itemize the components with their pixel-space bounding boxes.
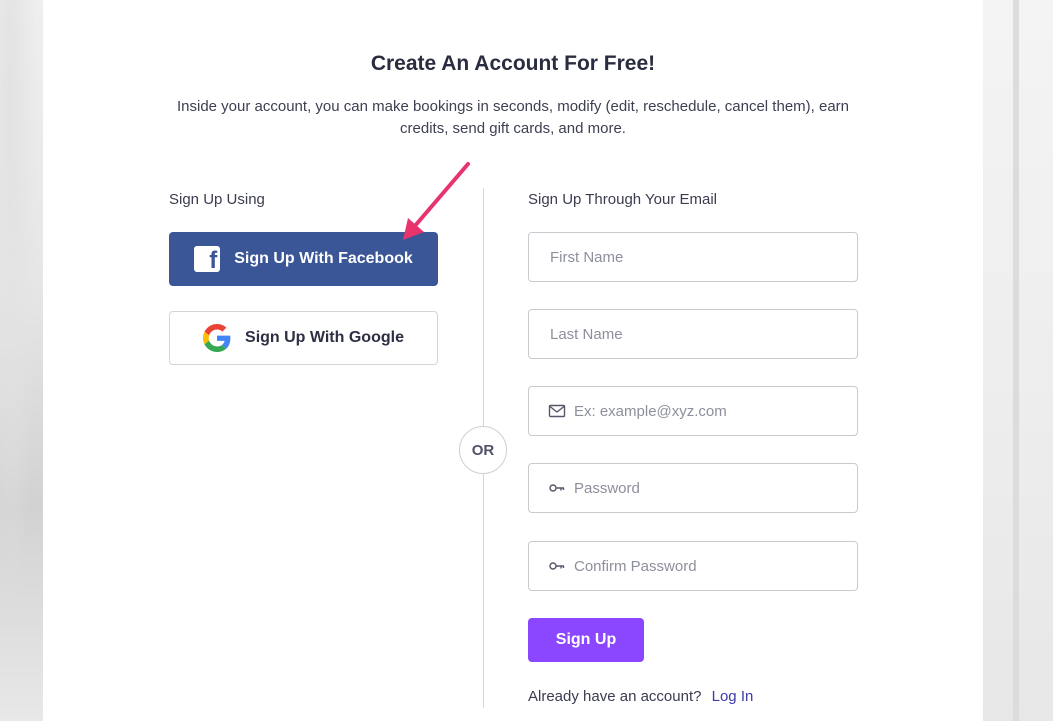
google-signup-button[interactable]: Sign Up With Google bbox=[169, 311, 438, 365]
sign-up-button[interactable]: Sign Up bbox=[528, 618, 644, 662]
google-button-label: Sign Up With Google bbox=[245, 329, 404, 346]
email-input[interactable] bbox=[566, 402, 857, 420]
page-title: Create An Account For Free! bbox=[370, 52, 656, 75]
facebook-icon: f bbox=[194, 246, 221, 274]
key-icon bbox=[549, 484, 565, 492]
background-left bbox=[0, 0, 43, 721]
background-post bbox=[1013, 0, 1019, 721]
login-link[interactable]: Log In bbox=[712, 688, 754, 705]
page-subtitle: Inside your account, you can make bookin… bbox=[176, 98, 850, 137]
social-section-label: Sign Up Using bbox=[169, 191, 265, 208]
confirm-password-field bbox=[528, 541, 858, 591]
login-prompt-text: Already have an account? bbox=[528, 688, 702, 705]
key-icon bbox=[549, 562, 565, 570]
or-separator: OR bbox=[459, 426, 507, 474]
google-icon bbox=[203, 324, 231, 352]
email-section-label: Sign Up Through Your Email bbox=[528, 191, 718, 208]
confirm-password-input[interactable] bbox=[566, 557, 857, 575]
email-field bbox=[528, 386, 858, 436]
annotation-arrow-icon bbox=[403, 162, 470, 240]
first-name-field bbox=[528, 232, 858, 282]
last-name-field bbox=[528, 309, 858, 359]
mail-icon bbox=[548, 404, 566, 418]
login-prompt-row: Already have an account? Log In bbox=[528, 688, 753, 705]
password-field bbox=[528, 463, 858, 513]
first-name-input[interactable] bbox=[529, 248, 857, 266]
signup-card: Create An Account For Free! Inside your … bbox=[43, 0, 983, 721]
facebook-button-label: Sign Up With Facebook bbox=[234, 250, 413, 267]
last-name-input[interactable] bbox=[529, 325, 857, 343]
password-input[interactable] bbox=[566, 479, 857, 497]
background-right bbox=[983, 0, 1053, 721]
